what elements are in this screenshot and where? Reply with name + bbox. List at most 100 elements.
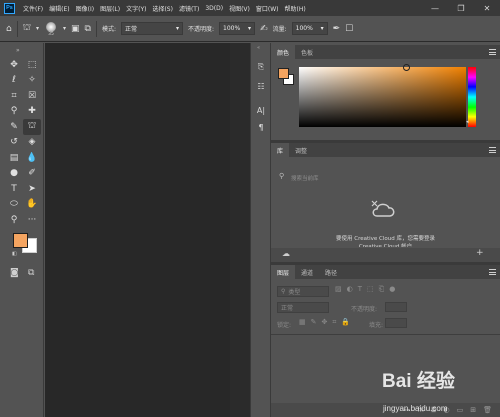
lock-all-icon[interactable]: 🔒 [341,318,350,327]
filter-toggle-icon[interactable]: ● [389,285,395,294]
menu-image[interactable]: 图像(I) [73,4,97,13]
collapse-toolbar-icon[interactable]: » [16,47,20,54]
menu-select[interactable]: 选择(S) [149,4,176,13]
history-panel-icon[interactable]: ⎘ [253,59,269,74]
library-search-input[interactable]: 搜索当前库 [291,174,319,182]
menu-filter[interactable]: 滤镜(T) [176,4,202,13]
toggle-clone-source-icon[interactable]: ⧉ [85,24,91,34]
layer-filter-select[interactable]: ⚲ 类型 [277,286,329,297]
quick-mask-icon[interactable]: ◙ [10,268,19,278]
properties-panel-icon[interactable]: ☷ [253,79,269,94]
minimize-button[interactable]: — [422,4,448,13]
lock-image-icon[interactable]: ✎ [311,318,317,327]
path-selection-tool-icon[interactable]: ➤ [23,181,41,197]
home-icon[interactable]: ⌂ [6,24,12,34]
move-tool-icon[interactable]: ✥ [5,57,23,73]
opacity-field[interactable]: 100% ▾ [219,22,256,35]
layer-opacity-field[interactable] [385,302,407,312]
crop-tool-icon[interactable]: ⌗ [5,88,23,104]
type-tool-icon[interactable]: T [5,181,23,197]
panel-menu-icon[interactable] [489,269,496,277]
tab-libraries[interactable]: 库 [271,143,290,157]
menu-file[interactable]: 文件(F) [20,4,46,13]
airbrush-icon[interactable]: ✒ [333,24,341,34]
character-panel-icon[interactable]: A| [253,103,269,118]
tab-channels[interactable]: 通道 [295,265,319,279]
eyedropper-tool-icon[interactable]: ⚲ [5,104,23,120]
dodge-tool-icon[interactable]: ● [5,166,23,182]
panels-dock: 颜色 色板 ◂ 库 调整 ⚲ 搜索当前库 要使用 Creative Cloud … [271,43,500,417]
lock-position-icon[interactable]: ✥ [322,318,328,327]
blur-tool-icon[interactable]: 💧 [23,150,41,166]
clone-stamp-tool-icon[interactable]: ⛫ [23,119,41,135]
tool-preset-dropdown-icon[interactable]: ▾ [36,25,39,32]
default-colors-icon[interactable]: ◧ [12,251,17,257]
smart-object-filter-icon[interactable]: ⎗ [379,285,385,294]
brush-dropdown-icon[interactable]: ▾ [63,25,66,32]
pixel-filter-icon[interactable]: ▨ [335,285,342,294]
magic-wand-tool-icon[interactable]: ✧ [23,73,41,89]
menu-3d[interactable]: 3D(D) [202,5,226,12]
hue-slider-handle-icon[interactable]: ◂ [466,119,469,125]
expand-panels-icon[interactable]: « [257,45,260,51]
brush-size: 35 [48,31,54,37]
menu-type[interactable]: 文字(Y) [123,4,149,13]
lock-transparency-icon[interactable]: ▦ [299,318,306,327]
toggle-brush-settings-icon[interactable]: ▣ [71,24,80,34]
healing-brush-tool-icon[interactable]: ✚ [23,104,41,120]
color-panel-fg-swatch[interactable] [278,68,289,79]
marquee-tool-icon[interactable]: ⬚ [23,57,41,73]
menu-window[interactable]: 窗口(W) [253,4,282,13]
color-picker-cursor[interactable] [403,64,410,71]
menu-layer[interactable]: 图层(L) [97,4,123,13]
document-canvas-area[interactable] [45,43,250,417]
fill-field[interactable] [385,318,407,328]
tab-color[interactable]: 颜色 [271,45,296,59]
brush-tool-icon[interactable]: ✎ [5,119,23,135]
add-icon[interactable]: + [476,248,484,258]
chevron-down-icon: ▾ [320,25,324,32]
foreground-color-swatch[interactable] [13,233,28,248]
menu-help[interactable]: 帮助(H) [282,4,309,13]
frame-tool-icon[interactable]: ☒ [23,88,41,104]
close-button[interactable]: ✕ [474,4,500,13]
clone-stamp-tool-icon[interactable]: ⛫ [23,23,31,34]
pressure-opacity-icon[interactable]: ✍ [260,24,268,34]
blend-mode-select[interactable]: 正常 [277,302,329,313]
lock-artboard-icon[interactable]: ⌗ [332,318,336,327]
more-tools-icon[interactable]: ··· [23,212,41,228]
menu-view[interactable]: 视图(V) [226,4,253,13]
delete-layer-icon[interactable]: 🗑 [483,406,492,414]
tab-adjustments[interactable]: 调整 [289,143,313,157]
hand-tool-icon[interactable]: ✋ [23,197,41,213]
brush-preset-picker[interactable]: 35 [44,21,58,37]
screen-mode-icon[interactable]: ⧉ [28,268,34,278]
tab-paths[interactable]: 路径 [319,265,343,279]
history-brush-tool-icon[interactable]: ↺ [5,135,23,151]
lasso-tool-icon[interactable]: ℓ [5,73,23,89]
mode-select[interactable]: 正常 ▾ [121,22,184,35]
new-layer-icon[interactable]: ⊞ [470,406,476,414]
menu-edit[interactable]: 编辑(E) [46,4,72,13]
panel-menu-icon[interactable] [489,147,496,155]
zoom-tool-icon[interactable]: ⚲ [5,212,23,228]
gradient-tool-icon[interactable]: ▤ [5,150,23,166]
tab-swatches[interactable]: 色板 [295,45,319,59]
aligned-checkbox[interactable]: ☐ [345,24,353,34]
restore-button[interactable]: ❐ [448,4,474,13]
tab-layers[interactable]: 图层 [271,265,296,279]
panel-menu-icon[interactable] [489,49,496,57]
shape-filter-icon[interactable]: ⬚ [367,285,374,294]
eraser-tool-icon[interactable]: ◈ [23,135,41,151]
pen-tool-icon[interactable]: ✐ [23,166,41,182]
adjustment-filter-icon[interactable]: ◐ [347,285,353,294]
type-filter-icon[interactable]: T [358,285,362,294]
paragraph-panel-icon[interactable]: ¶ [253,120,269,135]
blend-mode-value: 正常 [281,305,294,312]
new-group-icon[interactable]: ▭ [457,406,464,414]
cloud-sync-icon[interactable]: ☁ [282,249,290,258]
color-picker-field[interactable] [299,64,466,127]
shape-tool-icon[interactable]: ⬭ [5,197,23,213]
hue-slider[interactable] [468,67,476,127]
flow-field[interactable]: 100% ▾ [291,22,328,35]
